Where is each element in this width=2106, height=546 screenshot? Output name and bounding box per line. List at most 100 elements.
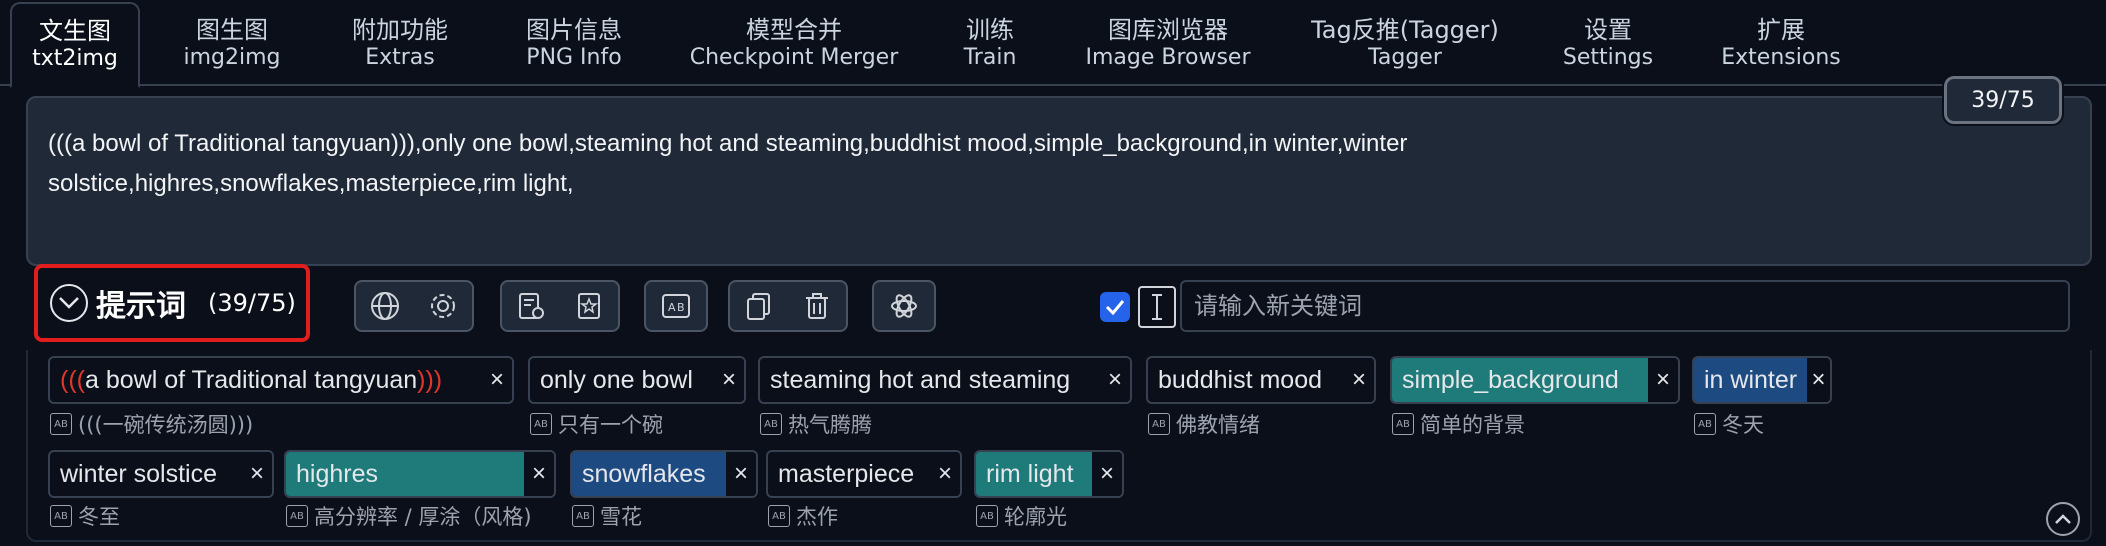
- tag-translation: AB 轮廓光: [976, 502, 1067, 530]
- close-icon[interactable]: ×: [482, 358, 512, 402]
- tag-translation: AB 雪花: [572, 502, 642, 530]
- tag-translation: AB 简单的背景: [1392, 410, 1525, 438]
- translate-icon: AB: [530, 413, 552, 435]
- translate-icon: AB: [1148, 413, 1170, 435]
- tab-label-en: PNG Info: [526, 45, 622, 71]
- tag-item[interactable]: simple_background ×: [1390, 356, 1680, 404]
- copy-icon[interactable]: [739, 286, 779, 326]
- tab-label-en: Image Browser: [1085, 45, 1251, 71]
- close-icon[interactable]: ×: [524, 452, 554, 496]
- svg-text:B: B: [677, 301, 685, 314]
- tag-item[interactable]: in winter ×: [1692, 356, 1832, 404]
- tab-label-en: img2img: [183, 45, 281, 71]
- tab-tagger[interactable]: Tag反推(Tagger) Tagger: [1300, 8, 1510, 80]
- translate-icon: AB: [1392, 413, 1414, 435]
- tab-label-zh: 图库浏览器: [1108, 16, 1228, 45]
- toolbar-group-3: AB: [644, 280, 708, 332]
- translate-icon: AB: [50, 505, 72, 527]
- tab-label-zh: Tag反推(Tagger): [1311, 16, 1499, 45]
- tab-label-zh: 训练: [966, 16, 1014, 45]
- tab-label-en: Settings: [1562, 45, 1654, 71]
- tag-translation: AB 杰作: [768, 502, 838, 530]
- gear-icon[interactable]: [423, 286, 463, 326]
- translate-icon[interactable]: AB: [656, 286, 696, 326]
- tab-bar: 文生图 txt2img 图生图 img2img 附加功能 Extras 图片信息…: [0, 0, 2106, 88]
- tag-label: simple_background: [1392, 358, 1648, 402]
- toolbar-group-2: [500, 280, 620, 332]
- tag-label: in winter: [1694, 358, 1808, 402]
- tab-train[interactable]: 训练 Train: [948, 8, 1032, 80]
- tag-label: masterpiece: [778, 459, 915, 488]
- tab-extras[interactable]: 附加功能 Extras: [330, 8, 470, 80]
- toolbar-group-1: [354, 280, 474, 332]
- tab-label-zh: 设置: [1584, 16, 1632, 45]
- tag-label: steaming hot and steaming: [770, 365, 1071, 394]
- tag-label: (((a bowl of Traditional tangyuan))): [50, 358, 482, 402]
- prompt-textarea[interactable]: (((a bowl of Traditional tangyuan))),onl…: [26, 96, 2092, 266]
- token-counter: 39/75: [1942, 74, 2064, 126]
- tag-label: rim light: [976, 452, 1092, 496]
- tag-close-paren: ))): [417, 365, 443, 394]
- new-keyword-input[interactable]: [1180, 280, 2070, 332]
- tag-text: a bowl of Traditional tangyuan: [84, 365, 418, 394]
- translate-icon: AB: [572, 505, 594, 527]
- close-icon[interactable]: ×: [242, 452, 272, 496]
- tab-label-en: Tagger: [1368, 45, 1442, 71]
- text-cursor-icon: [1138, 286, 1176, 328]
- tag-item[interactable]: masterpiece ×: [766, 450, 962, 498]
- translate-icon: AB: [50, 413, 72, 435]
- tag-translation: AB 热气腾腾: [760, 410, 872, 438]
- tag-item[interactable]: highres ×: [284, 450, 556, 498]
- tab-extensions[interactable]: 扩展 Extensions: [1716, 8, 1846, 80]
- close-icon[interactable]: ×: [1100, 358, 1130, 402]
- tag-item[interactable]: (((a bowl of Traditional tangyuan))) ×: [48, 356, 514, 404]
- tag-item[interactable]: winter solstice ×: [48, 450, 274, 498]
- tab-label-zh: 图片信息: [526, 16, 622, 45]
- tag-item[interactable]: steaming hot and steaming ×: [758, 356, 1132, 404]
- translate-icon: AB: [286, 505, 308, 527]
- prompt-text[interactable]: (((a bowl of Traditional tangyuan))),onl…: [48, 124, 1648, 204]
- prompt-tags-accordion[interactable]: 提示词 (39/75): [34, 264, 310, 342]
- close-icon[interactable]: ×: [1344, 358, 1374, 402]
- tab-label-zh: 模型合并: [746, 16, 842, 45]
- tab-img2img[interactable]: 图生图 img2img: [168, 8, 296, 80]
- chevron-down-icon[interactable]: [50, 284, 88, 322]
- tab-checkpoint-merger[interactable]: 模型合并 Checkpoint Merger: [684, 8, 904, 80]
- tag-label: winter solstice: [60, 459, 217, 488]
- tag-translation: AB 高分辨率 / 厚涂（风格): [286, 502, 532, 530]
- close-icon[interactable]: ×: [1648, 358, 1678, 402]
- tag-translation: AB 冬至: [50, 502, 120, 530]
- tab-label-en: Checkpoint Merger: [689, 45, 899, 71]
- bookmark-icon[interactable]: [569, 286, 609, 326]
- close-icon[interactable]: ×: [930, 452, 960, 496]
- openai-icon[interactable]: [884, 286, 924, 326]
- tag-item[interactable]: buddhist mood ×: [1146, 356, 1376, 404]
- translate-icon: AB: [768, 505, 790, 527]
- close-icon[interactable]: ×: [1092, 452, 1122, 496]
- tag-label: snowflakes: [572, 452, 726, 496]
- close-icon[interactable]: ×: [1807, 358, 1830, 402]
- close-icon[interactable]: ×: [714, 358, 744, 402]
- tag-item[interactable]: rim light ×: [974, 450, 1124, 498]
- accordion-title: 提示词: [96, 289, 186, 324]
- enable-checkbox[interactable]: [1100, 292, 1130, 322]
- tab-image-browser[interactable]: 图库浏览器 Image Browser: [1078, 8, 1258, 80]
- globe-icon[interactable]: [365, 286, 405, 326]
- trash-icon[interactable]: [797, 286, 837, 326]
- history-list-icon[interactable]: [511, 286, 551, 326]
- tab-txt2img[interactable]: 文生图 txt2img: [10, 2, 140, 88]
- translate-icon: AB: [1694, 413, 1716, 435]
- tag-item[interactable]: snowflakes ×: [570, 450, 758, 498]
- tab-settings[interactable]: 设置 Settings: [1556, 8, 1660, 80]
- tab-label-zh: 附加功能: [352, 16, 448, 45]
- tag-item[interactable]: only one bowl ×: [528, 356, 746, 404]
- tab-label-en: txt2img: [32, 46, 118, 72]
- tag-label: highres: [286, 452, 524, 496]
- tag-label: only one bowl: [540, 365, 693, 394]
- tag-translation: AB 冬天: [1694, 410, 1764, 438]
- scroll-to-top-icon[interactable]: [2046, 502, 2080, 536]
- tag-translation: AB (((一碗传统汤圆))): [50, 410, 253, 438]
- tab-png-info[interactable]: 图片信息 PNG Info: [504, 8, 644, 80]
- close-icon[interactable]: ×: [726, 452, 756, 496]
- tag-open-paren: (((: [60, 365, 85, 394]
